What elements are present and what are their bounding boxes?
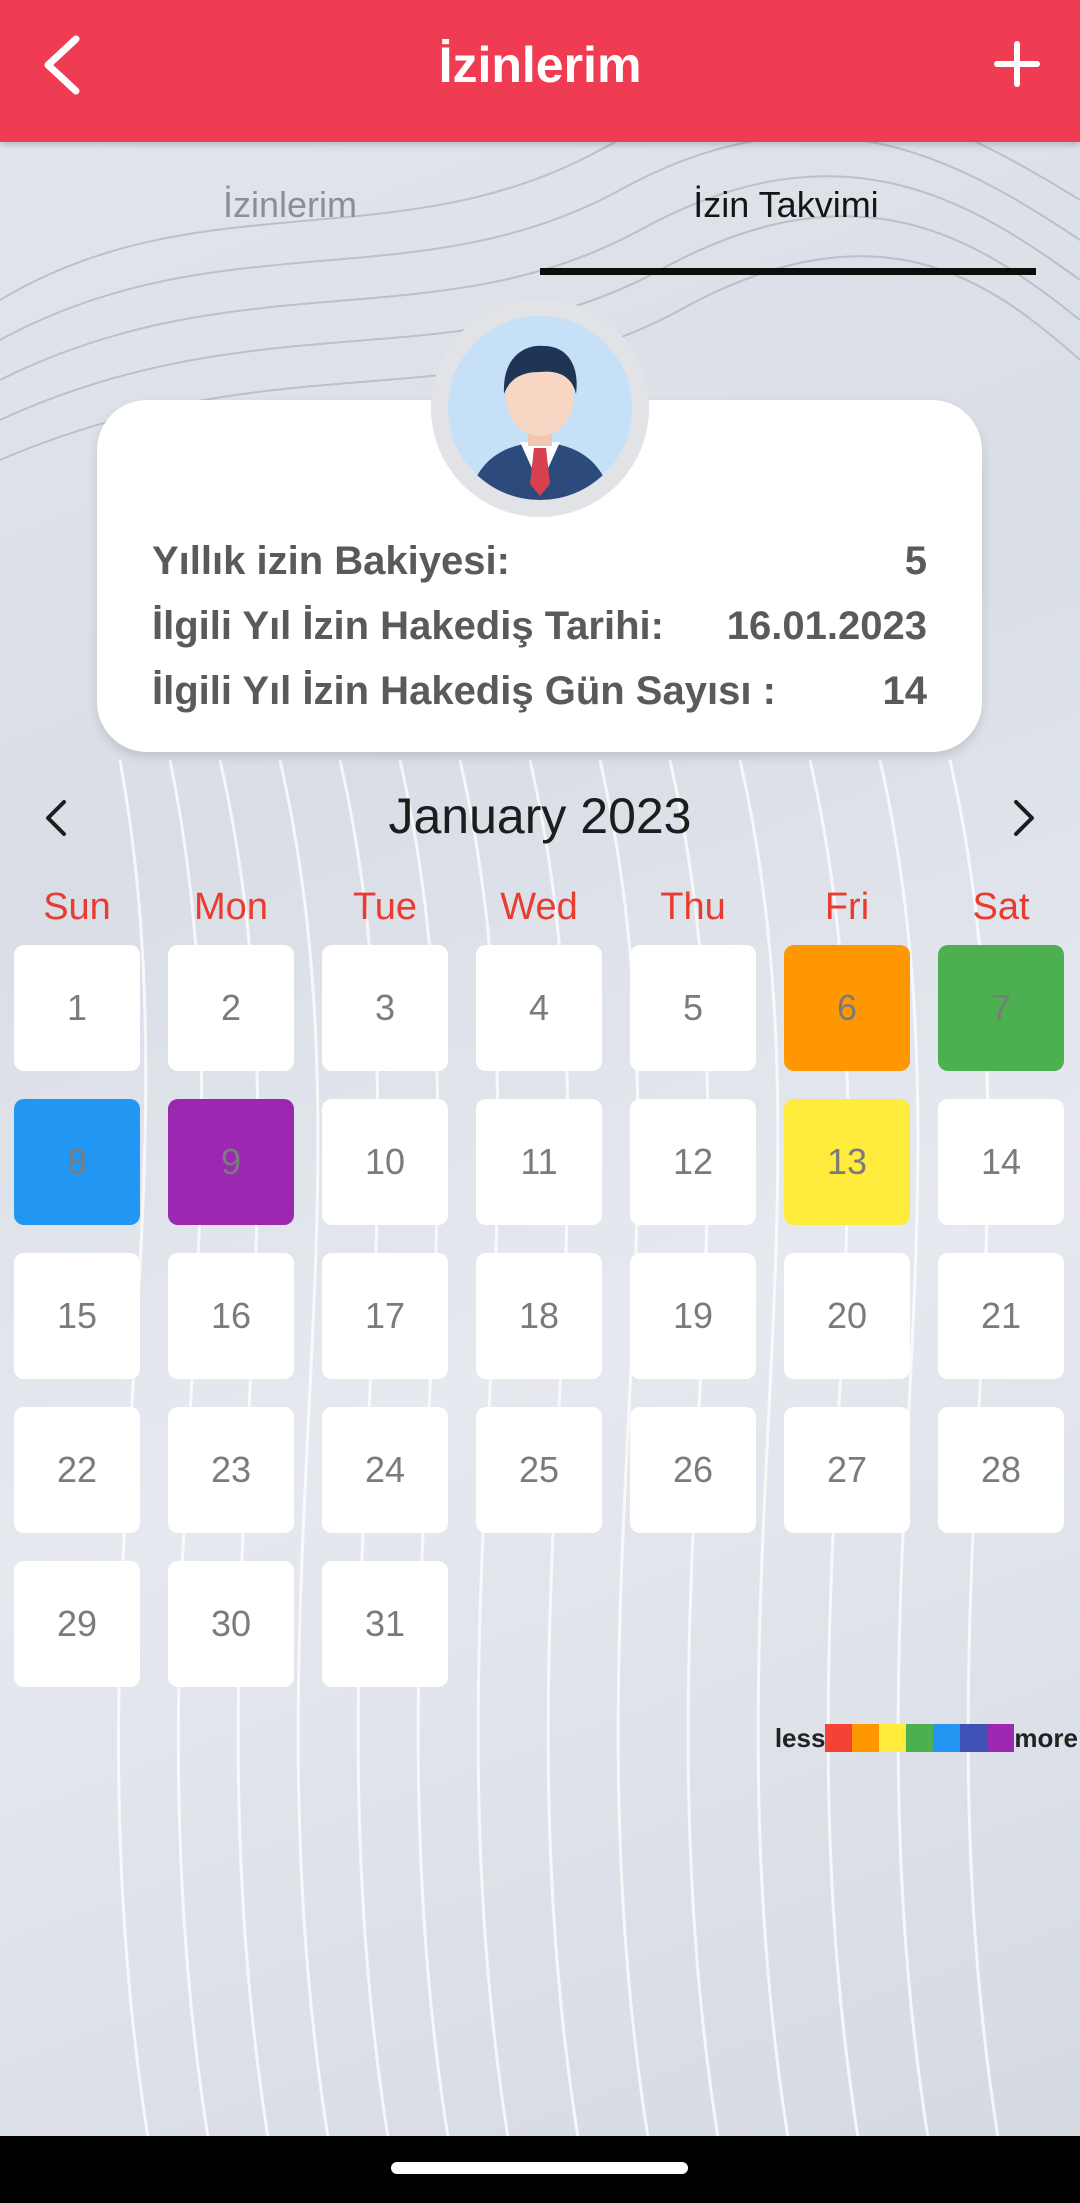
calendar-day-28[interactable]: 28 — [938, 1407, 1064, 1533]
weekday-tue: Tue — [352, 886, 418, 928]
calendar-day-17[interactable]: 17 — [322, 1253, 448, 1379]
calendar-day-4[interactable]: 4 — [476, 945, 602, 1071]
weekday-mon: Mon — [194, 886, 268, 928]
home-indicator[interactable] — [391, 2162, 688, 2174]
calendar-day-23[interactable]: 23 — [168, 1407, 294, 1533]
calendar-day-29[interactable]: 29 — [14, 1561, 140, 1687]
legend-swatch-3 — [879, 1724, 907, 1752]
legend-swatch-1 — [825, 1724, 853, 1752]
calendar-day-31[interactable]: 31 — [322, 1561, 448, 1687]
calendar-day-3[interactable]: 3 — [322, 945, 448, 1071]
weekday-fri: Fri — [824, 886, 870, 928]
legend-swatch-6 — [960, 1724, 988, 1752]
row-label: İlgili Yıl İzin Hakediş Gün Sayısı : — [152, 669, 776, 713]
row-value: 16.01.2023 — [726, 604, 927, 648]
row-label: İlgili Yıl İzin Hakediş Tarihi: — [152, 604, 664, 648]
plus-icon[interactable] — [994, 41, 1040, 87]
businessman-avatar-icon — [448, 316, 632, 500]
legend-less-label: less — [774, 1722, 826, 1753]
page-title: İzinlerim — [438, 37, 642, 93]
calendar-day-15[interactable]: 15 — [14, 1253, 140, 1379]
entitlement-days-row: İlgili Yıl İzin Hakediş Gün Sayısı : 14 — [152, 665, 927, 717]
calendar-day-2[interactable]: 2 — [168, 945, 294, 1071]
tab-bar: İzinlerim İzin Takvimi — [0, 142, 1080, 282]
chevron-right-icon[interactable] — [1008, 798, 1038, 838]
legend-more-label: more — [1014, 1722, 1078, 1753]
calendar-day-26[interactable]: 26 — [630, 1407, 756, 1533]
weekday-wed: Wed — [500, 886, 578, 928]
legend-swatch-5 — [933, 1724, 961, 1752]
weekday-header: Sun Mon Tue Wed Thu Fri Sat — [14, 882, 1068, 932]
legend-swatch-2 — [852, 1724, 880, 1752]
weekday-sun: Sun — [43, 886, 111, 928]
calendar-day-25[interactable]: 25 — [476, 1407, 602, 1533]
calendar-day-8[interactable]: 8 — [14, 1099, 140, 1225]
annual-leave-balance-row: Yıllık izin Bakiyesi: 5 — [152, 535, 927, 587]
calendar-day-22[interactable]: 22 — [14, 1407, 140, 1533]
row-value: 5 — [904, 539, 927, 583]
legend-swatch-7 — [987, 1724, 1015, 1752]
tab-izin-takvimi[interactable]: İzin Takvimi — [516, 182, 1056, 228]
calendar-day-27[interactable]: 27 — [784, 1407, 910, 1533]
tab-izinlerim[interactable]: İzinlerim — [20, 182, 560, 228]
app-bar: İzinlerim — [0, 0, 1080, 142]
calendar-day-18[interactable]: 18 — [476, 1253, 602, 1379]
tab-indicator — [540, 268, 1036, 275]
calendar-day-16[interactable]: 16 — [168, 1253, 294, 1379]
row-label: Yıllık izin Bakiyesi: — [152, 539, 510, 583]
calendar-day-1[interactable]: 1 — [14, 945, 140, 1071]
calendar-day-12[interactable]: 12 — [630, 1099, 756, 1225]
calendar-day-14[interactable]: 14 — [938, 1099, 1064, 1225]
calendar-day-13[interactable]: 13 — [784, 1099, 910, 1225]
weekday-thu: Thu — [660, 886, 726, 928]
calendar-day-24[interactable]: 24 — [322, 1407, 448, 1533]
calendar-day-7[interactable]: 7 — [938, 945, 1064, 1071]
row-value: 14 — [882, 669, 928, 713]
calendar-day-10[interactable]: 10 — [322, 1099, 448, 1225]
color-legend: less more — [775, 1722, 1078, 1754]
calendar-day-9[interactable]: 9 — [168, 1099, 294, 1225]
calendar-day-19[interactable]: 19 — [630, 1253, 756, 1379]
calendar-day-20[interactable]: 20 — [784, 1253, 910, 1379]
calendar-header: January 2023 — [0, 780, 1080, 852]
weekday-sat: Sat — [972, 886, 1030, 928]
legend-swatch-4 — [906, 1724, 934, 1752]
calendar-day-6[interactable]: 6 — [784, 945, 910, 1071]
calendar-day-21[interactable]: 21 — [938, 1253, 1064, 1379]
calendar-day-11[interactable]: 11 — [476, 1099, 602, 1225]
avatar — [431, 299, 649, 517]
calendar-day-5[interactable]: 5 — [630, 945, 756, 1071]
system-navigation-bar — [0, 2136, 1080, 2203]
month-title: January 2023 — [388, 788, 692, 844]
entitlement-date-row: İlgili Yıl İzin Hakediş Tarihi: 16.01.20… — [152, 600, 927, 652]
calendar-day-30[interactable]: 30 — [168, 1561, 294, 1687]
